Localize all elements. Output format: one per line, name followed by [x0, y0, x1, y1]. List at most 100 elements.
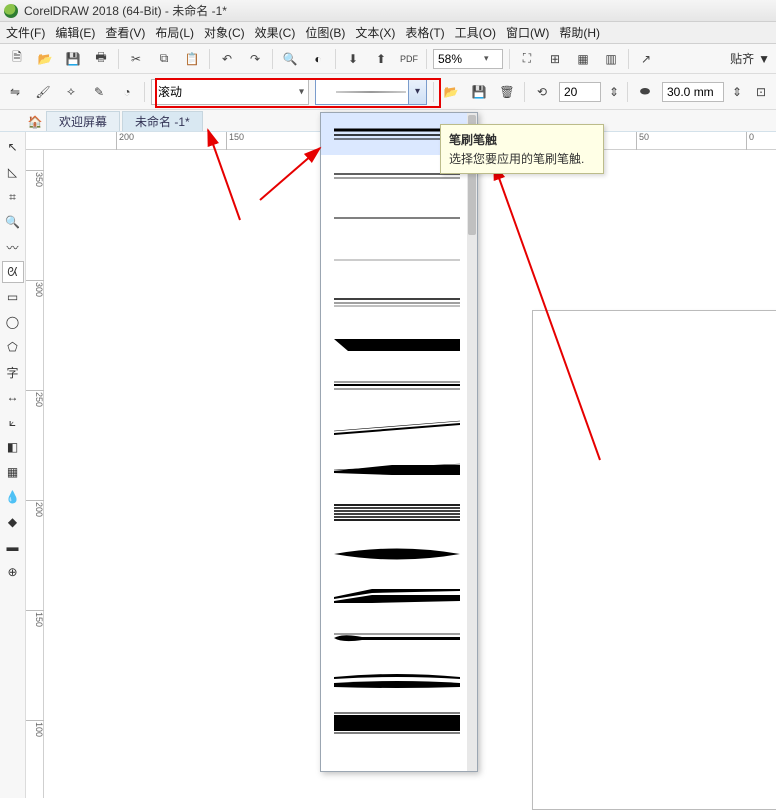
- folder-open-icon[interactable]: 📂: [440, 81, 462, 103]
- angle-input[interactable]: [564, 85, 594, 99]
- shape-tool-icon[interactable]: ◺: [2, 161, 24, 183]
- brush-stroke-item[interactable]: [321, 239, 477, 281]
- pdf-icon[interactable]: PDF: [398, 48, 420, 70]
- interactive-fill-icon[interactable]: ◆: [2, 511, 24, 533]
- smart-fill-icon[interactable]: ▬: [2, 536, 24, 558]
- brush-stroke-item[interactable]: [321, 197, 477, 239]
- page[interactable]: [532, 310, 776, 810]
- zoom-level[interactable]: ▾: [433, 49, 503, 69]
- width-input[interactable]: [667, 85, 715, 99]
- crop-tool-icon[interactable]: ⌗: [2, 186, 24, 208]
- save-icon[interactable]: 💾: [62, 48, 84, 70]
- menu-layout[interactable]: 布局(L): [155, 24, 194, 41]
- bounding-box-icon[interactable]: ⊡: [750, 81, 772, 103]
- parallel-dim-tool-icon[interactable]: ↔: [2, 386, 24, 408]
- polygon-tool-icon[interactable]: ⬠: [2, 336, 24, 358]
- pressure-icon[interactable]: ◔: [116, 81, 138, 103]
- artistic-media-tool-icon[interactable]: ᘡ: [2, 261, 24, 283]
- brush-stroke-item[interactable]: [321, 323, 477, 365]
- delete-icon[interactable]: 🗑: [496, 81, 518, 103]
- brush-stroke-dropdown[interactable]: [320, 112, 478, 772]
- cut-icon[interactable]: ✂: [125, 48, 147, 70]
- snap-label-text: 贴齐: [730, 50, 754, 67]
- brush-stroke-item[interactable]: [321, 701, 477, 743]
- tooltip-description: 选择您要应用的笔刷笔触.: [449, 150, 595, 167]
- export-icon[interactable]: ⬆: [370, 48, 392, 70]
- menu-edit[interactable]: 编辑(E): [55, 24, 95, 41]
- rulers-icon[interactable]: ▦: [572, 48, 594, 70]
- brush-stroke-item[interactable]: [321, 449, 477, 491]
- brush-stroke-item[interactable]: [321, 365, 477, 407]
- rectangle-tool-icon[interactable]: ▭: [2, 286, 24, 308]
- brush-stroke-item[interactable]: [321, 659, 477, 701]
- home-icon[interactable]: 🏠: [26, 113, 44, 131]
- open-file-icon[interactable]: 📂: [34, 48, 56, 70]
- menu-effect[interactable]: 效果(C): [255, 24, 296, 41]
- freehand-tool-icon[interactable]: 〰: [2, 236, 24, 258]
- width-field[interactable]: [662, 82, 724, 102]
- brush-icon[interactable]: 🖌: [32, 81, 54, 103]
- sprayer-icon[interactable]: ⟡: [60, 81, 82, 103]
- full-screen-icon[interactable]: ⛶: [516, 48, 538, 70]
- spinner-icon[interactable]: ⇕: [607, 81, 621, 103]
- chevron-down-icon[interactable]: ▾: [299, 86, 304, 97]
- brush-stroke-item[interactable]: [321, 575, 477, 617]
- mirror-h-icon[interactable]: ⇋: [4, 81, 26, 103]
- menu-help[interactable]: 帮助(H): [559, 24, 600, 41]
- zoom-tool-icon[interactable]: 🔍: [2, 211, 24, 233]
- menu-bitmap[interactable]: 位图(B): [305, 24, 345, 41]
- angle-field[interactable]: [559, 82, 601, 102]
- toolbox: ↖ ◺ ⌗ 🔍 〰 ᘡ ▭ ◯ ⬠ 字 ↔ ⟀ ◧ ▦ 💧 ◆ ▬ ⊕: [0, 132, 26, 798]
- scrollbar[interactable]: [467, 113, 477, 771]
- calligraphy-icon[interactable]: ✎: [88, 81, 110, 103]
- undo-icon[interactable]: ↶: [216, 48, 238, 70]
- copy-icon[interactable]: ⧉: [153, 48, 175, 70]
- standard-toolbar: 🗎 📂 💾 🖶 ✂ ⧉ 📋 ↶ ↷ 🔍 ◐ ⬇ ⬆ PDF ▾ ⛶ ⊞ ▦ ▥ …: [0, 44, 776, 74]
- spinner-icon[interactable]: ⇕: [730, 81, 744, 103]
- new-file-icon[interactable]: 🗎: [6, 48, 28, 70]
- connector-tool-icon[interactable]: ⟀: [2, 411, 24, 433]
- menu-view[interactable]: 查看(V): [105, 24, 145, 41]
- paste-icon[interactable]: 📋: [181, 48, 203, 70]
- brush-stroke-combo[interactable]: ▾: [315, 79, 427, 105]
- stroke-preview: [336, 91, 406, 93]
- menu-file[interactable]: 文件(F): [6, 24, 45, 41]
- chevron-down-icon[interactable]: ▾: [408, 80, 426, 104]
- menu-table[interactable]: 表格(T): [405, 24, 444, 41]
- zoom-input[interactable]: [438, 52, 484, 66]
- snap-dropdown[interactable]: 贴齐 ▼: [730, 50, 770, 67]
- ellipse-tool-icon[interactable]: ◯: [2, 311, 24, 333]
- brush-stroke-item[interactable]: [321, 407, 477, 449]
- ruler-tick: 100: [26, 720, 44, 737]
- transparency-tool-icon[interactable]: ▦: [2, 461, 24, 483]
- eyedropper-tool-icon[interactable]: 💧: [2, 486, 24, 508]
- brush-stroke-item[interactable]: [321, 533, 477, 575]
- separator: [524, 82, 525, 102]
- menu-object[interactable]: 对象(C): [204, 24, 245, 41]
- preset-stroke-combo[interactable]: 滚动 ▾: [151, 79, 309, 105]
- guides-icon[interactable]: ▥: [600, 48, 622, 70]
- menu-text[interactable]: 文本(X): [355, 24, 395, 41]
- brush-stroke-item[interactable]: [321, 491, 477, 533]
- pick-tool-icon[interactable]: ↖: [2, 136, 24, 158]
- brush-stroke-item[interactable]: [321, 617, 477, 659]
- chevron-down-icon[interactable]: ▾: [484, 53, 489, 64]
- brush-stroke-item[interactable]: [321, 281, 477, 323]
- separator: [509, 49, 510, 69]
- drop-shadow-tool-icon[interactable]: ◧: [2, 436, 24, 458]
- menu-window[interactable]: 窗口(W): [506, 24, 549, 41]
- search-icon[interactable]: 🔍: [279, 48, 301, 70]
- quick-customize-icon[interactable]: ⊕: [2, 561, 24, 583]
- launch-icon[interactable]: ↗: [635, 48, 657, 70]
- import-icon[interactable]: ⬇: [342, 48, 364, 70]
- window-title: CorelDRAW 2018 (64-Bit) - 未命名 -1*: [24, 2, 227, 19]
- globe-icon[interactable]: ◐: [307, 48, 329, 70]
- save-preset-icon[interactable]: 💾: [468, 81, 490, 103]
- grid-icon[interactable]: ⊞: [544, 48, 566, 70]
- tab-document[interactable]: 未命名 -1*: [122, 111, 203, 131]
- tab-welcome[interactable]: 欢迎屏幕: [46, 111, 120, 131]
- print-icon[interactable]: 🖶: [90, 48, 112, 70]
- menu-tools[interactable]: 工具(O): [455, 24, 496, 41]
- redo-icon[interactable]: ↷: [244, 48, 266, 70]
- text-tool-icon[interactable]: 字: [2, 361, 24, 383]
